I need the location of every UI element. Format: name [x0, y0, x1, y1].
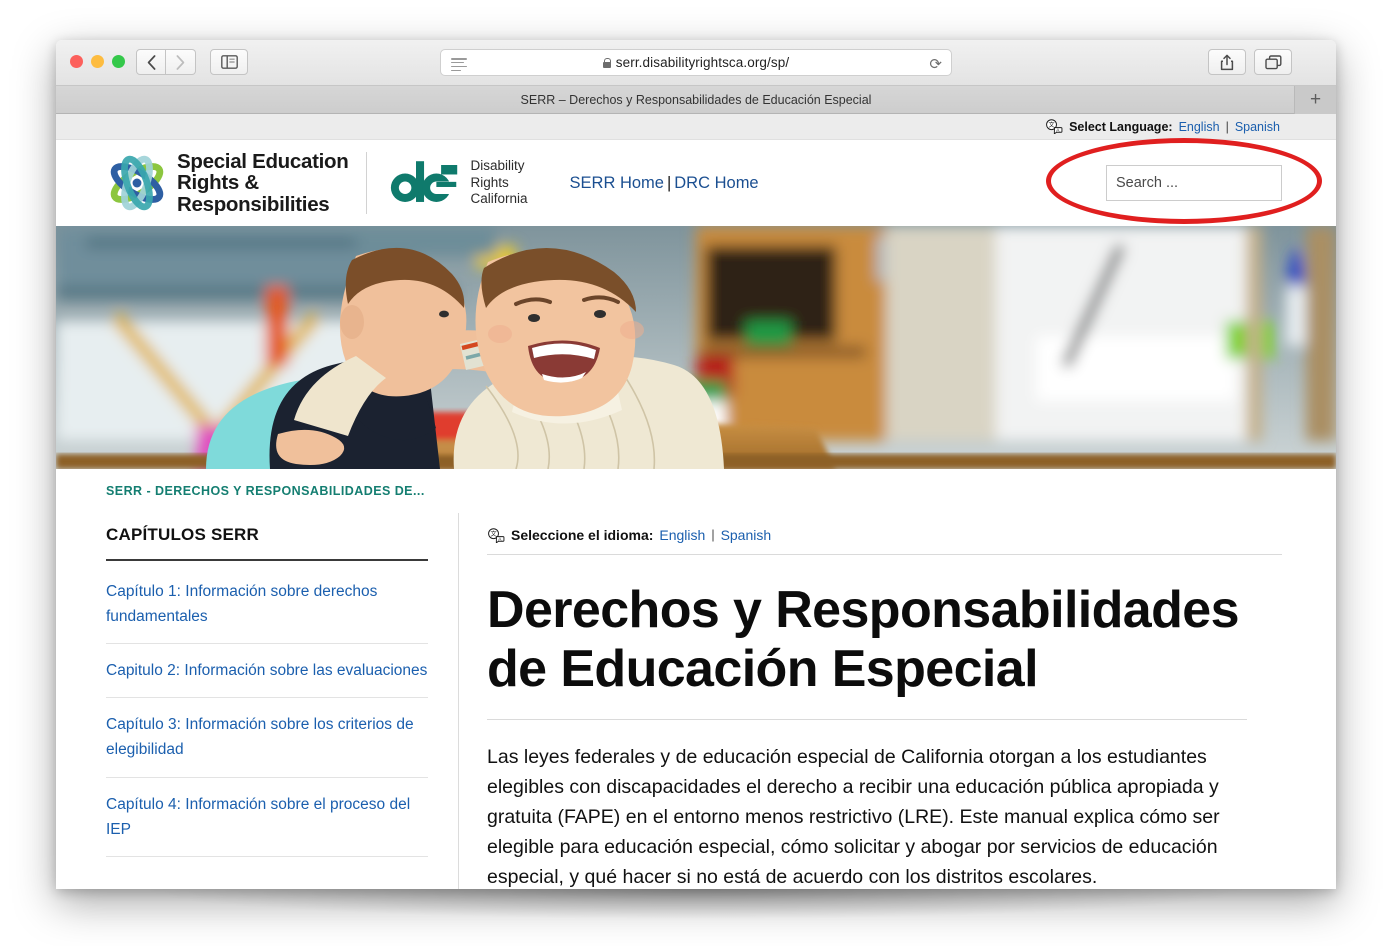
drc-logo-text: Disability Rights California: [470, 158, 527, 207]
forward-button[interactable]: [166, 49, 196, 75]
serr-logo[interactable]: Special Education Rights & Responsibilit…: [106, 150, 349, 216]
sidebar-title: CAPÍTULOS SERR: [106, 525, 259, 544]
back-button[interactable]: [136, 49, 166, 75]
site-language-bar: 文 A Select Language: English | Spanish: [56, 114, 1336, 140]
nav-serr-home-link[interactable]: SERR Home: [570, 174, 664, 192]
nav-drc-home-link[interactable]: DRC Home: [674, 174, 758, 192]
show-sidebar-button[interactable]: [210, 49, 248, 75]
sidebar-item-chapter-2[interactable]: Capitulo 2: Información sobre las evalua…: [106, 644, 428, 699]
main-language-separator: |: [711, 528, 715, 542]
language-link-spanish[interactable]: Spanish: [1235, 120, 1280, 134]
nav-separator: |: [666, 173, 672, 192]
hero-photo: [56, 226, 1336, 469]
serr-logo-icon: [110, 155, 164, 211]
serr-logo-text: Special Education Rights & Responsibilit…: [177, 150, 349, 216]
language-link-english[interactable]: English: [1179, 120, 1220, 134]
svg-text:文: 文: [1049, 121, 1055, 129]
serr-logo-line1: Special Education: [177, 150, 349, 174]
window-shadow: [56, 889, 1336, 931]
drc-line3: California: [470, 191, 528, 207]
drc-logo[interactable]: Disability Rights California: [389, 158, 528, 207]
select-language-label: Select Language:: [1069, 119, 1173, 134]
browser-window: serr.disabilityrightsca.org/sp/ ⟳ SERR –…: [56, 40, 1336, 889]
url-display: serr.disabilityrightsca.org/sp/: [441, 55, 951, 70]
header-divider: [366, 152, 368, 214]
reload-button[interactable]: ⟳: [929, 55, 942, 73]
reader-view-icon[interactable]: [451, 58, 467, 72]
main-language-link-english[interactable]: English: [659, 527, 705, 543]
svg-text:文: 文: [490, 530, 496, 538]
sidebar-item-chapter-1[interactable]: Capítulo 1: Información sobre derechos f…: [106, 565, 428, 645]
site-header: Special Education Rights & Responsibilit…: [56, 140, 1336, 226]
breadcrumb-bar: SERR - DERECHOS Y RESPONSABILIDADES DE..…: [56, 469, 1336, 513]
main-language-selector: 文 A Seleccione el idioma: English | Span…: [487, 527, 1282, 555]
main-column: 文 A Seleccione el idioma: English | Span…: [459, 513, 1336, 889]
tab-overview-button[interactable]: [1254, 49, 1292, 75]
breadcrumb[interactable]: SERR - DERECHOS Y RESPONSABILIDADES DE..…: [106, 484, 425, 498]
sidebar-item-chapter-3[interactable]: Capítulo 3: Información sobre los criter…: [106, 698, 428, 778]
translate-icon: 文 A: [1046, 119, 1063, 134]
new-tab-button[interactable]: +: [1294, 86, 1336, 114]
screenshot-root: serr.disabilityrightsca.org/sp/ ⟳ SERR –…: [0, 0, 1384, 946]
active-tab-title[interactable]: SERR – Derechos y Responsabilidades de E…: [521, 93, 872, 107]
translate-icon: 文 A: [488, 527, 505, 543]
tab-overview-icon: [1264, 54, 1281, 69]
lock-icon: [602, 57, 612, 68]
browser-toolbar: serr.disabilityrightsca.org/sp/ ⟳: [56, 40, 1336, 86]
window-controls: [70, 55, 125, 68]
sidebar-item-chapter-4[interactable]: Capítulo 4: Información sobre el proceso…: [106, 778, 428, 857]
minimize-window-button[interactable]: [91, 55, 104, 68]
chevron-left-icon: [147, 54, 155, 70]
sidebar-title-rule: [106, 559, 428, 561]
page-title: Derechos y Responsabilidades de Educació…: [487, 555, 1247, 720]
search-input[interactable]: [1116, 175, 1303, 191]
serr-logo-line2: Rights &: [177, 171, 259, 195]
serr-logo-line3: Responsibilities: [177, 192, 330, 216]
share-button[interactable]: [1208, 49, 1246, 75]
page-content: CAPÍTULOS SERR Capítulo 1: Información s…: [56, 513, 1336, 889]
header-nav: SERR Home | DRC Home: [570, 174, 759, 193]
url-text: serr.disabilityrightsca.org/sp/: [615, 55, 790, 70]
sidebar: CAPÍTULOS SERR Capítulo 1: Información s…: [106, 513, 458, 889]
language-selector: 文 A Select Language: English | Spanish: [1045, 119, 1328, 134]
language-separator: |: [1225, 119, 1229, 134]
hero-image: [56, 226, 1336, 469]
chevron-right-icon: [176, 54, 185, 70]
drc-logo-icon: [391, 161, 458, 202]
drc-line2: Rights: [470, 174, 509, 190]
address-bar[interactable]: serr.disabilityrightsca.org/sp/ ⟳: [440, 49, 952, 76]
maximize-window-button[interactable]: [112, 55, 125, 68]
drc-line1: Disability: [470, 158, 525, 174]
page-viewport: 文 A Select Language: English | Spanish S…: [56, 114, 1336, 889]
tab-strip: SERR – Derechos y Responsabilidades de E…: [56, 86, 1336, 114]
search-box[interactable]: [1106, 165, 1303, 201]
sidebar-icon: [220, 55, 238, 69]
share-icon: [1220, 54, 1234, 70]
close-window-button[interactable]: [70, 55, 83, 68]
main-language-link-spanish[interactable]: Spanish: [721, 527, 772, 543]
page-intro-paragraph: Las leyes federales y de educación espec…: [487, 745, 1220, 888]
main-language-label: Seleccione el idioma:: [511, 527, 654, 543]
